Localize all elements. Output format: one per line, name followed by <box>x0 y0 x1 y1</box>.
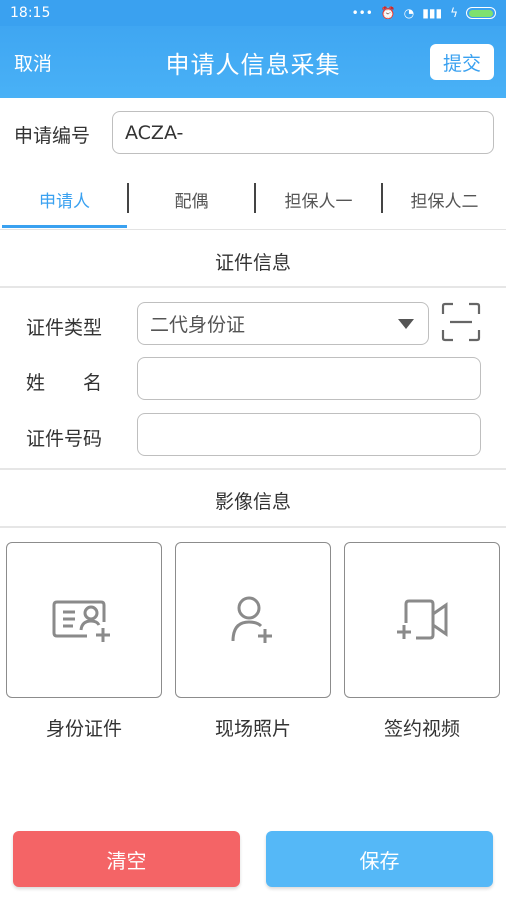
signing-video-label: 签约视频 <box>383 718 460 740</box>
application-number-input[interactable]: ACZA- <box>112 111 494 154</box>
name-label: 姓 名 <box>26 372 103 394</box>
id-card-add-icon <box>52 600 110 642</box>
signing-video-upload-tile[interactable] <box>344 542 500 698</box>
tab-applicant[interactable]: 申请人 <box>2 170 127 228</box>
id-document-label: 身份证件 <box>45 718 122 740</box>
onsite-photo-label: 现场照片 <box>214 718 291 740</box>
id-number-label: 证件号码 <box>26 428 103 450</box>
wifi-icon: ◔ <box>403 6 415 20</box>
onsite-photo-upload-tile[interactable] <box>175 542 331 698</box>
name-input[interactable] <box>137 357 481 400</box>
id-section-title: 证件信息 <box>214 252 291 274</box>
id-type-select[interactable]: 二代身份证 <box>137 302 429 345</box>
battery-icon <box>466 7 496 19</box>
status-icons: ••• ⏰ ◔ ▮▮▮ ϟ <box>352 6 496 20</box>
signal-icon: ▮▮▮ <box>422 6 443 20</box>
divider <box>0 526 506 528</box>
more-dots-icon: ••• <box>351 6 373 20</box>
application-number-value: ACZA- <box>125 121 184 144</box>
status-time: 18:15 <box>10 5 51 21</box>
clear-button[interactable]: 清空 <box>13 831 240 887</box>
status-bar: 18:15 ••• ⏰ ◔ ▮▮▮ ϟ <box>0 0 506 26</box>
image-section-title: 影像信息 <box>214 491 291 513</box>
active-tab-indicator <box>2 225 127 228</box>
save-button[interactable]: 保存 <box>266 831 493 887</box>
alarm-icon: ⏰ <box>380 6 396 20</box>
person-add-icon <box>231 596 272 643</box>
application-number-label: 申请编号 <box>14 125 91 147</box>
id-document-upload-tile[interactable] <box>6 542 162 698</box>
chevron-down-icon <box>398 319 414 329</box>
submit-button[interactable]: 提交 <box>430 44 494 80</box>
divider <box>0 468 506 470</box>
tab-spouse[interactable]: 配偶 <box>129 170 254 228</box>
charging-icon: ϟ <box>450 6 458 20</box>
id-type-label: 证件类型 <box>26 317 103 339</box>
video-add-icon <box>397 599 448 640</box>
scan-icon[interactable] <box>441 302 481 342</box>
divider <box>0 286 506 288</box>
id-number-input[interactable] <box>137 413 481 456</box>
nav-bar: 取消 申请人信息采集 提交 <box>0 26 506 98</box>
tab-guarantor-2[interactable]: 担保人二 <box>383 170 506 228</box>
id-type-value: 二代身份证 <box>150 314 246 336</box>
cancel-button[interactable]: 取消 <box>14 49 52 76</box>
tab-guarantor-1[interactable]: 担保人一 <box>256 170 381 228</box>
